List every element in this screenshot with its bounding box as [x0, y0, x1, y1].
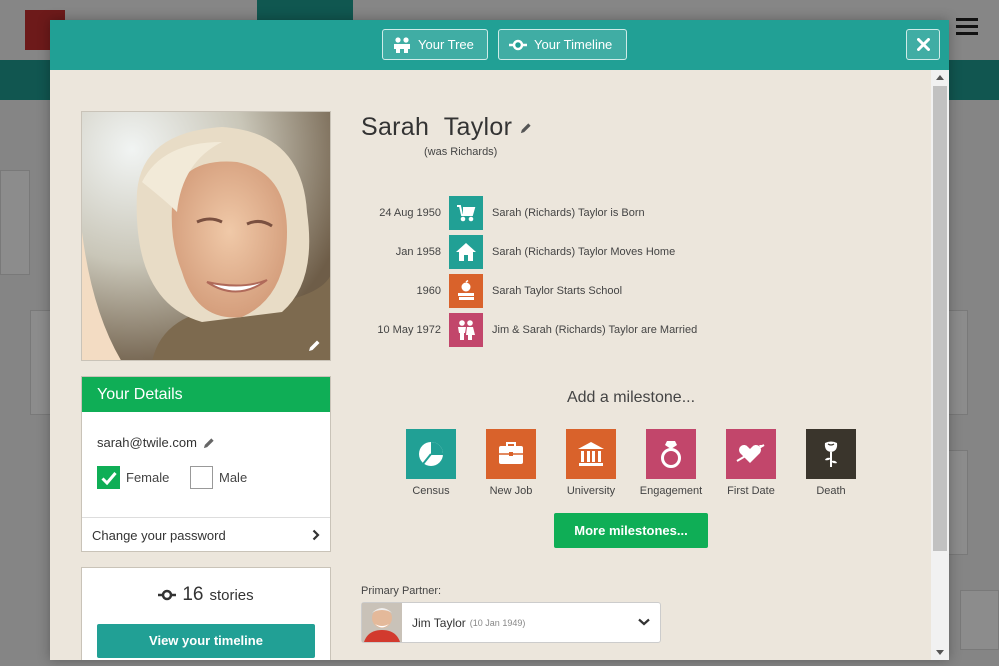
building-icon: [566, 429, 616, 479]
your-timeline-button[interactable]: Your Timeline: [498, 29, 627, 60]
primary-partner-select[interactable]: Jim Taylor (10 Jan 1949): [361, 602, 661, 643]
people-icon: [394, 36, 410, 53]
event-title: Sarah (Richards) Taylor Moves Home: [492, 246, 676, 258]
milestone-new-job[interactable]: New Job: [471, 429, 551, 497]
your-details-heading: Your Details: [82, 377, 330, 412]
event-title: Sarah (Richards) Taylor is Born: [492, 207, 645, 219]
baby-stroller-icon: [449, 196, 483, 230]
male-label: Male: [219, 470, 248, 485]
timeline-event[interactable]: 1960 Sarah Taylor Starts School: [350, 274, 622, 308]
edit-photo-pencil-icon[interactable]: [308, 339, 321, 352]
stories-number: 16: [182, 584, 204, 605]
scroll-down-arrow-icon[interactable]: [936, 650, 944, 655]
scrollbar-thumb[interactable]: [933, 86, 947, 551]
stories-count: 16 stories: [82, 584, 330, 606]
your-timeline-label: Your Timeline: [534, 37, 613, 52]
timeline-event[interactable]: 10 May 1972 Jim & Sarah (Richards) Taylo…: [350, 313, 697, 347]
milestone-label: New Job: [489, 485, 533, 497]
partner-birth-date: (10 Jan 1949): [469, 617, 526, 628]
partner-name: Jim Taylor: [412, 615, 466, 630]
close-button[interactable]: [906, 29, 940, 60]
milestone-label: Census: [412, 485, 450, 497]
milestone-death[interactable]: Death: [791, 429, 871, 497]
male-checkbox[interactable]: Male: [190, 466, 247, 489]
milestone-university[interactable]: University: [551, 429, 631, 497]
last-name: Taylor: [443, 113, 513, 141]
scroll-up-arrow-icon[interactable]: [936, 75, 944, 80]
house-icon: [449, 235, 483, 269]
change-password-label: Change your password: [92, 528, 226, 543]
briefcase-icon: [486, 429, 536, 479]
close-icon: [916, 38, 930, 51]
primary-partner-label: Primary Partner:: [361, 585, 442, 597]
chevron-right-icon: [312, 529, 320, 541]
edit-email-pencil-icon[interactable]: [203, 437, 215, 449]
your-details-panel: Your Details sarah@twile.com Female Male…: [81, 376, 331, 552]
profile-photo[interactable]: [81, 111, 331, 361]
apple-books-icon: [449, 274, 483, 308]
stories-label: stories: [209, 587, 254, 604]
milestone-census[interactable]: Census: [391, 429, 471, 497]
view-timeline-button[interactable]: View your timeline: [97, 624, 315, 658]
event-date: 1960: [416, 285, 441, 297]
milestone-label: University: [566, 485, 616, 497]
profile-modal: Your Tree Your Timeline Your Details sar…: [50, 20, 949, 660]
event-date: 24 Aug 1950: [379, 207, 441, 219]
timeline-event[interactable]: 24 Aug 1950 Sarah (Richards) Taylor is B…: [350, 196, 645, 230]
first-name: Sarah: [361, 113, 430, 141]
stories-panel: 16 stories View your timeline: [81, 567, 331, 660]
profile-name-row: Sarah Taylor: [361, 113, 532, 142]
event-date: Jan 1958: [395, 246, 441, 258]
edit-name-pencil-icon[interactable]: [520, 122, 532, 134]
checkmark-icon: [100, 471, 117, 485]
event-title: Sarah Taylor Starts School: [492, 285, 623, 297]
maiden-name-note: (was Richards): [424, 146, 498, 158]
timeline-event[interactable]: Jan 1958 Sarah (Richards) Taylor Moves H…: [350, 235, 675, 269]
profile-name: Sarah Taylor: [361, 113, 512, 142]
female-checkbox[interactable]: Female: [97, 466, 169, 489]
timeline-icon: [158, 589, 177, 601]
event-date: 10 May 1972: [377, 324, 441, 336]
milestone-label: First Date: [727, 485, 775, 497]
ring-icon: [646, 429, 696, 479]
change-password-link[interactable]: Change your password: [82, 517, 330, 552]
milestone-first-date[interactable]: First Date: [711, 429, 791, 497]
email-value: sarah@twile.com: [97, 435, 197, 450]
modal-header: Your Tree Your Timeline: [50, 20, 949, 70]
partner-avatar: [362, 603, 402, 642]
chevron-down-icon: [638, 618, 650, 626]
email-row: sarah@twile.com: [97, 435, 215, 450]
female-label: Female: [126, 470, 170, 485]
pie-chart-icon: [406, 429, 456, 479]
your-tree-label: Your Tree: [418, 37, 474, 52]
your-tree-button[interactable]: Your Tree: [382, 29, 488, 60]
more-milestones-button[interactable]: More milestones...: [554, 513, 708, 548]
event-title: Jim & Sarah (Richards) Taylor are Marrie…: [492, 324, 698, 336]
milestone-engagement[interactable]: Engagement: [631, 429, 711, 497]
add-milestone-heading: Add a milestone...: [566, 389, 696, 406]
milestone-label: Engagement: [639, 485, 703, 497]
rose-icon: [806, 429, 856, 479]
scrollbar[interactable]: [931, 70, 949, 660]
heart-arrow-icon: [726, 429, 776, 479]
milestone-label: Death: [816, 485, 846, 497]
profile-photo-image: [82, 112, 330, 360]
couple-icon: [449, 313, 483, 347]
timeline-icon: [509, 39, 527, 50]
male-checkbox-box[interactable]: [190, 466, 213, 489]
female-checkbox-box[interactable]: [97, 466, 120, 489]
